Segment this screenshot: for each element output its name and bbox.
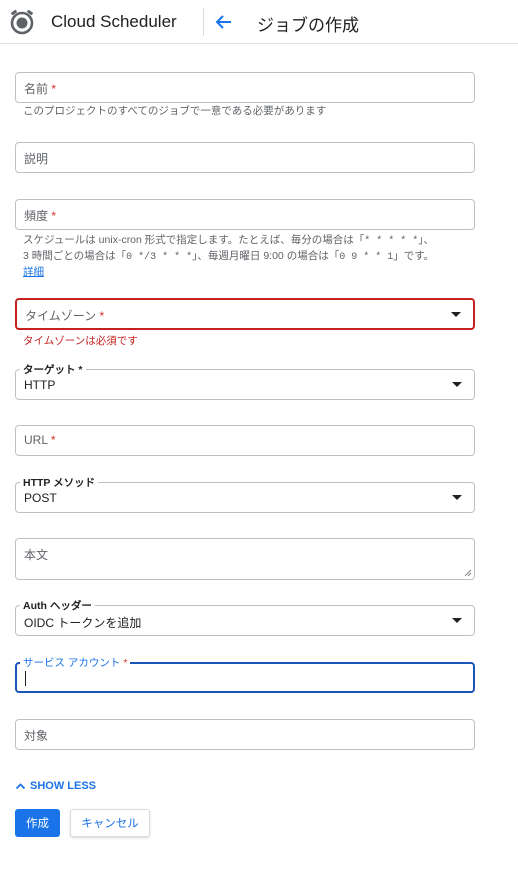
- http-method-label: HTTP メソッド: [20, 475, 99, 490]
- description-input[interactable]: 説明: [15, 142, 475, 173]
- url-input[interactable]: URL *: [15, 425, 475, 456]
- http-method-value: POST: [24, 491, 57, 505]
- dropdown-arrow-icon: [452, 382, 462, 387]
- body-textarea[interactable]: 本文: [15, 538, 475, 580]
- audience-label: 対象: [24, 729, 49, 743]
- arrow-back-icon[interactable]: [213, 11, 235, 33]
- service-account-label: サービス アカウント *: [20, 655, 131, 670]
- auth-header-label: Auth ヘッダー: [20, 598, 95, 613]
- timezone-label: タイムゾーン *: [25, 309, 105, 323]
- top-app-bar: Cloud Scheduler ジョブの作成: [0, 0, 518, 44]
- details-link[interactable]: 詳細: [23, 266, 44, 278]
- frequency-label: 頻度 *: [24, 209, 57, 223]
- body-label: 本文: [24, 548, 49, 562]
- create-button[interactable]: 作成: [15, 809, 60, 837]
- timezone-error-text: タイムゾーンは必須です: [23, 335, 138, 347]
- name-label: 名前 *: [24, 82, 57, 96]
- dropdown-arrow-icon: [452, 618, 462, 623]
- text-caret: [25, 671, 26, 686]
- timezone-select[interactable]: タイムゾーン *: [15, 298, 475, 330]
- description-label: 説明: [24, 152, 49, 166]
- audience-input[interactable]: 対象: [15, 719, 475, 750]
- chevron-up-icon: [15, 783, 26, 790]
- header-divider: [203, 8, 204, 36]
- auth-header-value: OIDC トークンを追加: [24, 616, 142, 630]
- cancel-button[interactable]: キャンセル: [70, 809, 150, 837]
- name-input[interactable]: 名前 *: [15, 72, 475, 103]
- page-title: ジョブの作成: [257, 16, 359, 35]
- dropdown-arrow-icon: [452, 495, 462, 500]
- name-helper-text: このプロジェクトのすべてのジョブで一意である必要があります: [23, 105, 327, 117]
- target-value: HTTP: [24, 378, 56, 392]
- frequency-input[interactable]: 頻度 *: [15, 199, 475, 230]
- resize-handle-icon[interactable]: [464, 569, 472, 577]
- target-label: ターゲット *: [20, 362, 86, 377]
- app-title: Cloud Scheduler: [51, 12, 177, 31]
- dropdown-arrow-icon: [451, 312, 461, 317]
- cloud-scheduler-logo-icon: [10, 9, 34, 35]
- frequency-helper-text: スケジュールは unix-cron 形式で指定します。たとえば、毎分の場合は「*…: [23, 234, 435, 278]
- url-label: URL *: [24, 433, 56, 447]
